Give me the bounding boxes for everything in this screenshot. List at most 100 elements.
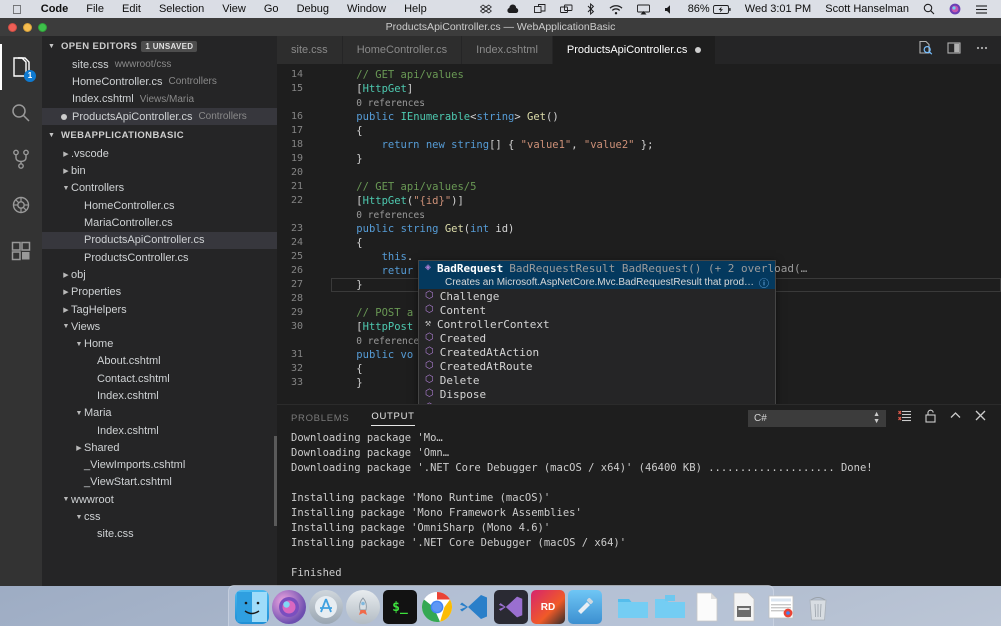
trash-icon[interactable] xyxy=(801,590,835,624)
autocomplete-popup[interactable]: ◈ BadRequest BadRequestResult BadRequest… xyxy=(418,260,807,405)
editor-tab[interactable]: Index.cshtml xyxy=(462,36,553,64)
tree-file[interactable]: Index.cshtml xyxy=(42,422,277,439)
tree-folder[interactable]: ▶ obj xyxy=(42,266,277,283)
menu-go[interactable]: Go xyxy=(255,0,288,18)
rider-icon[interactable]: RD xyxy=(531,590,565,624)
editor-tab[interactable]: HomeController.cs xyxy=(342,36,463,64)
tree-folder[interactable]: ▼ wwwroot xyxy=(42,491,277,508)
apple-logo-icon[interactable]:  xyxy=(6,3,32,16)
tree-folder[interactable]: ▶ .vscode xyxy=(42,145,277,162)
open-editor-item[interactable]: HomeController.cs Controllers xyxy=(42,73,277,90)
output-console[interactable]: Downloading package 'Mo… Downloading pack… xyxy=(277,431,1001,586)
finder-icon[interactable] xyxy=(235,590,269,624)
editor-tab[interactable]: ProductsApiController.cs xyxy=(552,36,717,64)
project-header[interactable]: ▼ WEBAPPLICATIONBASIC xyxy=(42,125,277,145)
tree-folder[interactable]: ▼ Views xyxy=(42,318,277,335)
tree-file[interactable]: MariaController.cs xyxy=(42,214,277,231)
tree-folder[interactable]: ▼ Home xyxy=(42,335,277,352)
suggest-item[interactable]: ⬡ Created xyxy=(419,331,775,345)
suggest-item[interactable]: ⬡ Delete xyxy=(419,373,775,387)
menu-help[interactable]: Help xyxy=(395,0,436,18)
chrome-icon[interactable] xyxy=(420,590,454,624)
tree-folder[interactable]: ▶ Properties xyxy=(42,284,277,301)
output-channel-select[interactable]: C# ▲ ▼ xyxy=(748,409,886,427)
suggest-item-selected[interactable]: ◈ BadRequest BadRequestResult BadRequest… xyxy=(419,261,807,275)
tab-output[interactable]: OUTPUT xyxy=(371,411,415,426)
menu-view[interactable]: View xyxy=(213,0,255,18)
vscode-insiders-icon[interactable] xyxy=(494,590,528,624)
open-editor-item[interactable]: Index.cshtml Views/Maria xyxy=(42,91,277,108)
siri-icon[interactable] xyxy=(272,590,306,624)
menu-debug[interactable]: Debug xyxy=(288,0,338,18)
menu-selection[interactable]: Selection xyxy=(150,0,213,18)
tree-folder[interactable]: ▶ Shared xyxy=(42,439,277,456)
vscode-icon[interactable] xyxy=(457,590,491,624)
tree-folder[interactable]: ▼ css xyxy=(42,508,277,525)
menu-edit[interactable]: Edit xyxy=(113,0,150,18)
tab-problems[interactable]: PROBLEMS xyxy=(291,413,349,424)
launchpad-icon[interactable] xyxy=(346,590,380,624)
suggest-item[interactable]: ⬡ CreatedAtRoute xyxy=(419,359,775,373)
suggest-item[interactable]: ⬡ CreatedAtAction xyxy=(419,345,775,359)
tab-unsaved-dot-icon[interactable] xyxy=(695,47,702,53)
dropbox-icon[interactable] xyxy=(473,0,499,18)
clear-output-icon[interactable] xyxy=(898,409,912,428)
screen-share-icon[interactable] xyxy=(527,0,553,18)
notification-center-icon[interactable] xyxy=(968,0,995,18)
code-editor[interactable]: 14 // GET api/values 15 [HttpGet] 0 refer… xyxy=(277,64,1001,404)
tree-file[interactable]: ProductsController.cs xyxy=(42,249,277,266)
airplay-icon[interactable] xyxy=(630,0,657,18)
bluetooth-icon[interactable] xyxy=(580,0,602,18)
battery-status[interactable]: 86% xyxy=(681,0,738,18)
open-editor-item[interactable]: ProductsApiController.cs Controllers xyxy=(42,107,277,126)
tree-folder[interactable]: ▶ TagHelpers xyxy=(42,301,277,318)
more-actions-icon[interactable] xyxy=(975,41,989,60)
suggest-item[interactable]: ⬡ Content xyxy=(419,303,775,317)
tree-file[interactable]: site.css xyxy=(42,526,277,543)
explorer-icon[interactable]: 1 xyxy=(0,44,42,90)
display-mirror-icon[interactable] xyxy=(553,0,580,18)
info-icon[interactable]: ⓘ xyxy=(759,275,769,290)
extensions-icon[interactable] xyxy=(0,228,42,274)
suggest-item[interactable]: ⬡ Challenge xyxy=(419,289,775,303)
menubar-clock[interactable]: Wed 3:01 PM xyxy=(738,0,818,18)
open-editors-header[interactable]: ▼ OPEN EDITORS 1 UNSAVED xyxy=(42,36,277,56)
suggest-item[interactable]: ⬡ Equals xyxy=(419,401,775,405)
menu-code[interactable]: Code xyxy=(32,0,78,18)
file-icon[interactable] xyxy=(727,590,761,624)
close-panel-icon[interactable] xyxy=(974,409,987,427)
tree-file[interactable]: HomeController.cs xyxy=(42,197,277,214)
app-store-icon[interactable] xyxy=(309,590,343,624)
open-changes-icon[interactable] xyxy=(918,40,933,60)
debug-icon[interactable] xyxy=(0,182,42,228)
tree-file[interactable]: Contact.cshtml xyxy=(42,370,277,387)
siri-icon[interactable] xyxy=(942,0,968,18)
cloud-icon[interactable] xyxy=(499,0,527,18)
menu-window[interactable]: Window xyxy=(338,0,395,18)
open-editor-item[interactable]: site.css wwwroot/css xyxy=(42,56,277,73)
document-icon[interactable] xyxy=(690,590,724,624)
terminal-icon[interactable]: $_ xyxy=(383,590,417,624)
split-editor-icon[interactable] xyxy=(947,41,961,60)
wifi-icon[interactable] xyxy=(602,0,630,18)
downloads-folder-icon[interactable] xyxy=(653,590,687,624)
maximize-panel-icon[interactable] xyxy=(949,409,962,427)
tree-folder[interactable]: ▼ Maria xyxy=(42,405,277,422)
tree-folder[interactable]: ▼ Controllers xyxy=(42,180,277,197)
menubar-username[interactable]: Scott Hanselman xyxy=(818,0,916,18)
tree-file[interactable]: _ViewStart.cshtml xyxy=(42,474,277,491)
lock-scroll-icon[interactable] xyxy=(924,409,937,428)
suggest-item[interactable]: ⬡ Dispose xyxy=(419,387,775,401)
tree-folder[interactable]: ▶ bin xyxy=(42,162,277,179)
editor-tab[interactable]: site.css xyxy=(277,36,343,64)
webpage-icon[interactable] xyxy=(764,590,798,624)
spotlight-search-icon[interactable] xyxy=(916,0,942,18)
suggest-item[interactable]: ⚒ ControllerContext xyxy=(419,317,775,331)
search-icon[interactable] xyxy=(0,90,42,136)
tree-file[interactable]: ProductsApiController.cs xyxy=(42,231,277,249)
source-control-icon[interactable] xyxy=(0,136,42,182)
folder-icon[interactable] xyxy=(616,590,650,624)
tree-file[interactable]: Index.cshtml xyxy=(42,387,277,404)
xcode-icon[interactable] xyxy=(568,590,602,624)
volume-icon[interactable] xyxy=(657,0,681,18)
